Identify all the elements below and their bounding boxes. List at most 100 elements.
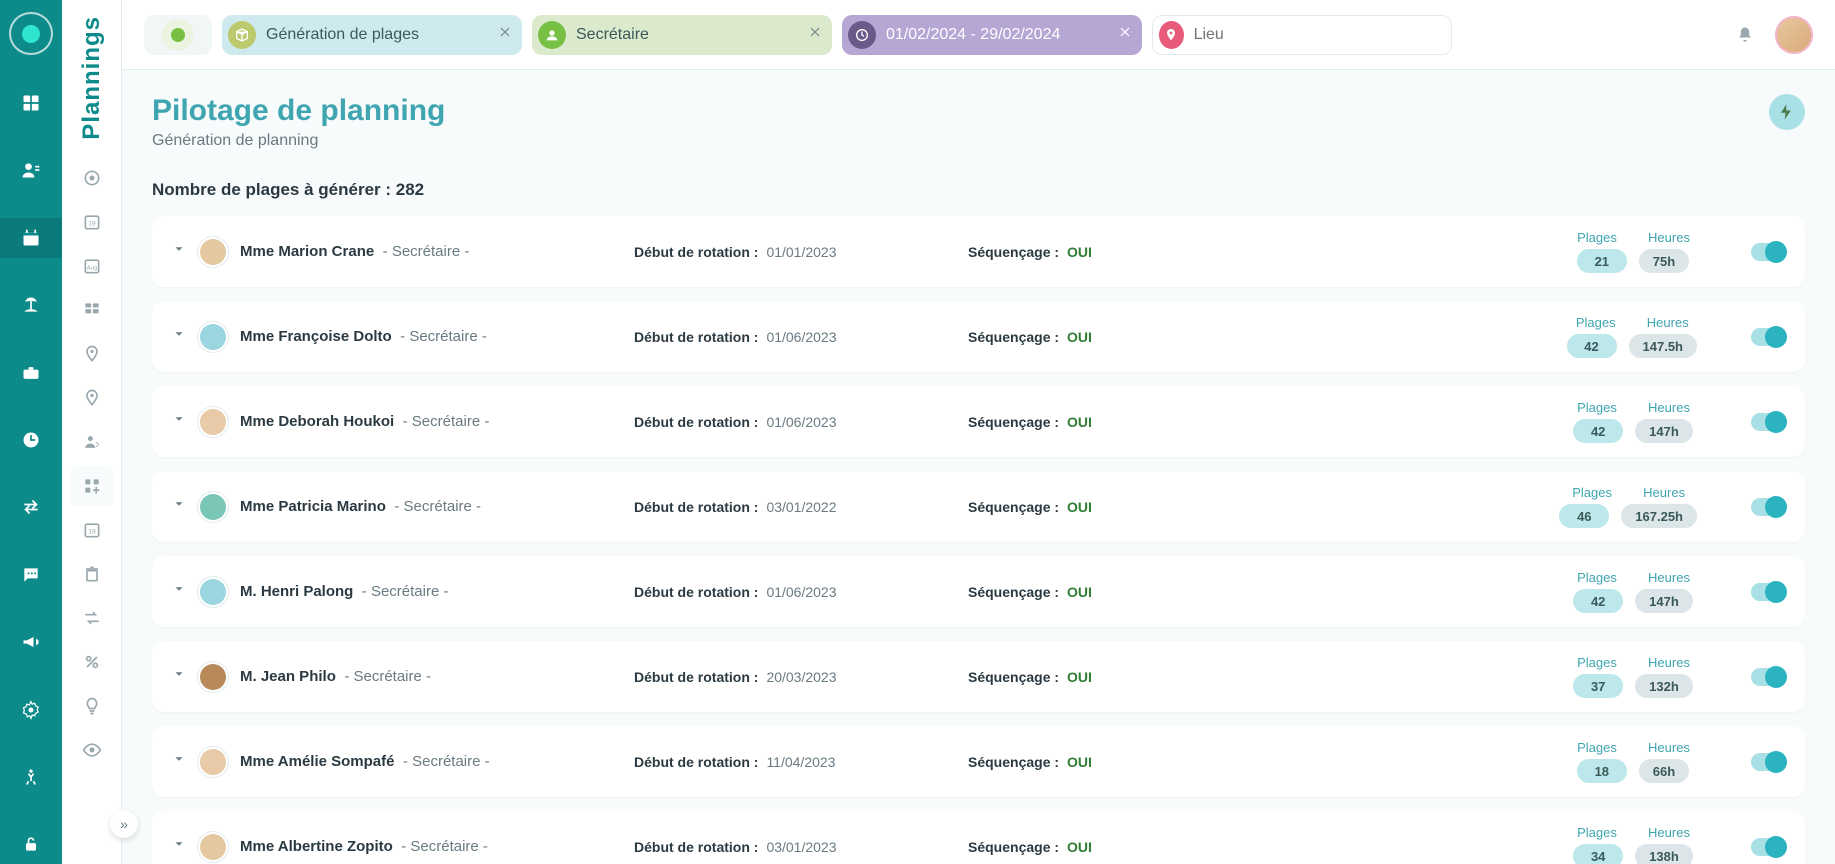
nav-settings[interactable] (0, 690, 62, 729)
page-subtitle: Génération de planning (152, 132, 445, 150)
person-row: Mme Albertine Zopito - Secrétaire - Débu… (152, 811, 1805, 864)
filter-date[interactable]: 01/02/2024 - 29/02/2024 (842, 15, 1142, 55)
rotation-label: Début de rotation : (634, 754, 758, 770)
sequencing-label: Séquençage : (968, 244, 1059, 260)
heures-header: Heures (1641, 400, 1697, 415)
sec-nav-trash[interactable] (70, 554, 114, 594)
heures-header: Heures (1641, 825, 1697, 840)
expand-toggle[interactable] (172, 242, 186, 261)
heures-header: Heures (1636, 485, 1692, 500)
expand-toggle[interactable] (172, 412, 186, 431)
plages-header: Plages (1564, 485, 1620, 500)
expand-toggle[interactable] (172, 837, 186, 856)
sec-nav-overview[interactable] (70, 158, 114, 198)
person-role: - Secrétaire - (400, 328, 487, 345)
sec-nav-percent[interactable] (70, 642, 114, 682)
sec-nav-bulb[interactable] (70, 686, 114, 726)
sec-nav-user-edit[interactable] (70, 422, 114, 462)
sec-nav-day2[interactable]: 19 (70, 510, 114, 550)
svg-text:Aug: Aug (86, 265, 96, 271)
nav-swap[interactable] (0, 488, 62, 527)
person-avatar (200, 579, 226, 605)
filter-role-clear[interactable] (808, 25, 822, 44)
sec-nav-location2[interactable] (70, 378, 114, 418)
chevron-down-icon (172, 327, 186, 341)
generate-button[interactable] (1769, 94, 1805, 130)
enable-toggle[interactable] (1751, 243, 1785, 261)
plages-header: Plages (1569, 740, 1625, 755)
filter-date-clear[interactable] (1118, 25, 1132, 44)
sequencing-label: Séquençage : (968, 499, 1059, 515)
plages-badge: 46 (1559, 504, 1609, 528)
clock-icon (854, 27, 870, 43)
enable-toggle[interactable] (1751, 753, 1785, 771)
filter-location[interactable] (1152, 15, 1452, 55)
sec-nav-location[interactable] (70, 334, 114, 374)
person-avatar (200, 834, 226, 860)
heures-badge: 138h (1635, 844, 1693, 864)
enable-toggle[interactable] (1751, 838, 1785, 856)
heures-badge: 75h (1639, 249, 1689, 273)
rotation-label: Début de rotation : (634, 839, 758, 855)
rotation-label: Début de rotation : (634, 669, 758, 685)
rotation-label: Début de rotation : (634, 329, 758, 345)
sequencing-value: OUI (1067, 839, 1092, 855)
sec-nav-day[interactable]: 19 (70, 202, 114, 242)
sec-nav-grid-plus[interactable] (70, 466, 114, 506)
enable-toggle[interactable] (1751, 413, 1785, 431)
person-role: - Secrétaire - (394, 498, 481, 515)
nav-clock[interactable] (0, 420, 62, 459)
plages-badge: 42 (1567, 334, 1617, 358)
person-row: Mme Marion Crane - Secrétaire - Début de… (152, 216, 1805, 287)
person-avatar (200, 664, 226, 690)
nav-activity[interactable] (0, 757, 62, 796)
close-icon (498, 25, 512, 39)
current-user-avatar[interactable] (1775, 16, 1813, 54)
filter-role[interactable]: Secrétaire (532, 15, 832, 55)
expand-toggle[interactable] (172, 497, 186, 516)
expand-toggle[interactable] (172, 752, 186, 771)
person-name: Mme Patricia Marino (240, 498, 386, 515)
svg-text:19: 19 (88, 220, 96, 227)
chevron-down-icon (172, 837, 186, 851)
nav-briefcase[interactable] (0, 353, 62, 392)
nav-unlock[interactable] (0, 825, 62, 864)
heures-badge: 167.25h (1621, 504, 1697, 528)
nav-vacation[interactable] (0, 286, 62, 325)
plages-header: Plages (1569, 230, 1625, 245)
rotation-label: Début de rotation : (634, 414, 758, 430)
nav-calendar[interactable] (0, 218, 62, 257)
enable-toggle[interactable] (1751, 498, 1785, 516)
expand-toggle[interactable] (172, 327, 186, 346)
notifications-button[interactable] (1725, 15, 1765, 55)
nav-chat[interactable] (0, 555, 62, 594)
person-name: M. Henri Palong (240, 583, 353, 600)
chevron-down-icon (172, 242, 186, 256)
enable-toggle[interactable] (1751, 668, 1785, 686)
sec-nav-month[interactable]: Aug (70, 246, 114, 286)
person-role: - Secrétaire - (403, 753, 490, 770)
expand-toggle[interactable] (172, 667, 186, 686)
sidebar-expand-button[interactable]: » (110, 810, 138, 838)
enable-toggle[interactable] (1751, 583, 1785, 601)
plages-badge: 42 (1573, 419, 1623, 443)
heures-badge: 147h (1635, 589, 1693, 613)
sec-nav-swap2[interactable] (70, 598, 114, 638)
sec-nav-blocks[interactable] (70, 290, 114, 330)
chevron-down-icon (172, 412, 186, 426)
nav-dashboard[interactable] (0, 83, 62, 122)
filter-generation[interactable]: Génération de plages (222, 15, 522, 55)
chevron-down-icon (172, 582, 186, 596)
nav-megaphone[interactable] (0, 623, 62, 662)
plages-badge: 21 (1577, 249, 1627, 273)
filter-generation-clear[interactable] (498, 25, 512, 44)
person-avatar (200, 324, 226, 350)
filter-location-input[interactable] (1194, 26, 1441, 44)
plages-header: Plages (1569, 825, 1625, 840)
close-icon (1118, 25, 1132, 39)
nav-person[interactable] (0, 151, 62, 190)
sec-nav-eye[interactable] (70, 730, 114, 770)
expand-toggle[interactable] (172, 582, 186, 601)
person-name: Mme Albertine Zopito (240, 838, 393, 855)
enable-toggle[interactable] (1751, 328, 1785, 346)
